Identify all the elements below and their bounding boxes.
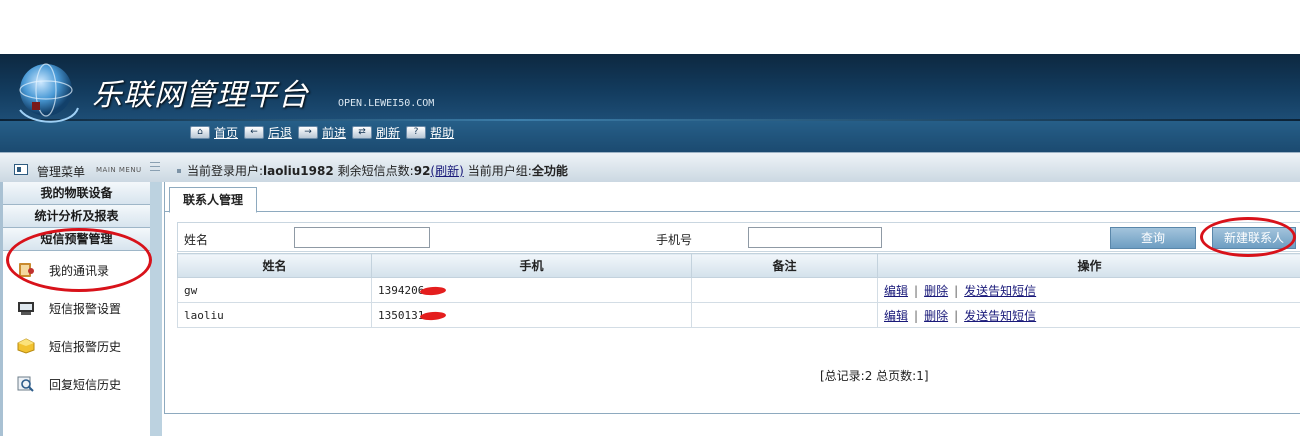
app-title: 乐联网管理平台 [92,78,309,113]
alert-history-icon [17,338,35,354]
sidebar-item-reply-history[interactable]: 回复短信历史 [3,365,150,403]
tab-bar: 联系人管理 [165,182,1300,213]
sidebar-category-sms-alerts[interactable]: 短信预警管理 [3,228,150,251]
table-row: laoliu 1350131 编辑 | 删除 | 发送告知短信 [177,302,1300,328]
menu-window-icon [14,164,28,175]
contact-phone-cell: 1394206 [371,277,692,303]
search-reply-icon [17,376,34,392]
nav-back[interactable]: ← 后退 [244,124,292,141]
action-separator: | [914,308,919,323]
send-notice-sms-link[interactable]: 发送告知短信 [964,309,1036,323]
forward-icon: → [298,125,319,139]
sidebar-splitter[interactable] [150,182,162,436]
nav-refresh[interactable]: ⇄ 刷新 [352,124,400,141]
action-separator: | [954,308,959,323]
contact-phone-cell: 1350131 [371,302,692,328]
edit-link[interactable]: 编辑 [884,284,908,298]
contact-actions-cell: 编辑 | 删除 | 发送告知短信 [877,277,1300,303]
query-button[interactable]: 查询 [1110,227,1196,249]
sms-settings-icon [18,302,34,315]
column-header-phone: 手机 [371,253,692,278]
contact-note-cell [691,302,878,328]
column-header-name: 姓名 [177,253,372,278]
sidebar: 我的物联设备 统计分析及报表 短信预警管理 我的通讯录 短信报警设置 短信报警历… [0,182,150,436]
refresh-sms-link[interactable]: (刷新) [430,162,463,179]
name-label: 姓名 [184,233,209,247]
name-search-input[interactable] [294,227,430,248]
pagination-summary: [总记录:2 总页数:1] [820,369,929,383]
send-notice-sms-link[interactable]: 发送告知短信 [964,284,1036,298]
sidebar-item-alert-history[interactable]: 短信报警历史 [3,327,150,365]
table-header-row: 姓名 手机 备注 操作 [177,253,1300,278]
delete-link[interactable]: 删除 [924,284,948,298]
sidebar-title: 管理菜单 [37,165,86,179]
sidebar-item-label: 短信报警设置 [49,301,122,316]
menu-collapse-icon[interactable] [150,162,160,172]
tab-contact-management[interactable]: 联系人管理 [169,187,258,213]
contact-phone-text: 1350131 [378,308,425,322]
nav-forward-label[interactable]: 前进 [322,124,346,141]
sidebar-item-contacts[interactable]: 我的通讯录 [3,251,150,289]
sms-count-label: 剩余短信点数: [337,164,414,178]
sidebar-category-reports[interactable]: 统计分析及报表 [3,205,150,228]
table-row: gw 1394206 编辑 | 删除 | 发送告知短信 [177,277,1300,303]
nav-toolbar: ⌂ 首页 ← 后退 → 前进 ⇄ 刷新 ? 帮助 [190,124,460,140]
contacts-table: 姓名 手机 备注 操作 gw 1394206 编辑 | 删除 | 发送告知短信 laol… [177,253,1300,328]
help-icon: ? [406,125,427,139]
search-form: 姓名 手机号 查询 新建联系人 [177,222,1300,252]
globe-logo-icon [19,63,79,123]
nav-home[interactable]: ⌂ 首页 [190,124,238,141]
new-contact-button[interactable]: 新建联系人 [1212,227,1296,249]
action-separator: | [914,283,919,298]
bullet-icon [177,168,181,173]
contact-name-cell: gw [177,277,372,303]
sidebar-title-en: MAIN MENU [96,166,142,174]
user-group-label: 当前用户组: [467,164,532,178]
nav-refresh-label[interactable]: 刷新 [376,124,400,141]
contact-phone-text: 1394206 [378,283,425,297]
phone-label: 手机号 [656,233,693,247]
action-separator: | [954,283,959,298]
sidebar-item-label: 我的通讯录 [49,263,110,278]
delete-link[interactable]: 删除 [924,309,948,323]
nav-home-label[interactable]: 首页 [214,124,238,141]
sms-count-value: 92 [413,163,431,178]
column-header-actions: 操作 [877,253,1300,278]
refresh-icon: ⇄ [352,125,373,139]
home-icon: ⌂ [190,125,210,139]
app-header: 乐联网管理平台 OPEN.LEWEI50.COM ⌂ 首页 ← 后退 → 前进 … [0,54,1300,152]
contact-actions-cell: 编辑 | 删除 | 发送告知短信 [877,302,1300,328]
status-bar: 当前登录用户: laoliu1982 剩余短信点数: 92 (刷新) 当前用户组… [162,152,1300,182]
back-icon: ← [244,125,265,139]
contacts-book-icon [19,263,34,277]
login-user-label: 当前登录用户: [187,164,264,178]
contact-name-cell: laoliu [177,302,372,328]
user-group-value: 全功能 [531,164,568,178]
column-header-note: 备注 [691,253,878,278]
sidebar-item-sms-settings[interactable]: 短信报警设置 [3,289,150,327]
login-username: laoliu1982 [263,163,334,178]
nav-forward[interactable]: → 前进 [298,124,346,141]
contact-note-cell [691,277,878,303]
nav-back-label[interactable]: 后退 [268,124,292,141]
edit-link[interactable]: 编辑 [884,309,908,323]
phone-search-input[interactable] [748,227,882,248]
sidebar-item-label: 回复短信历史 [49,377,122,392]
app-url: OPEN.LEWEI50.COM [338,98,435,109]
nav-help-label[interactable]: 帮助 [430,124,454,141]
sidebar-category-devices[interactable]: 我的物联设备 [3,182,150,205]
sidebar-item-label: 短信报警历史 [49,339,122,354]
sidebar-header: 管理菜单 MAIN MENU [0,152,162,182]
nav-help[interactable]: ? 帮助 [406,124,454,141]
main-panel: 联系人管理 姓名 手机号 查询 新建联系人 姓名 手机 备注 操作 gw 139… [164,182,1300,414]
